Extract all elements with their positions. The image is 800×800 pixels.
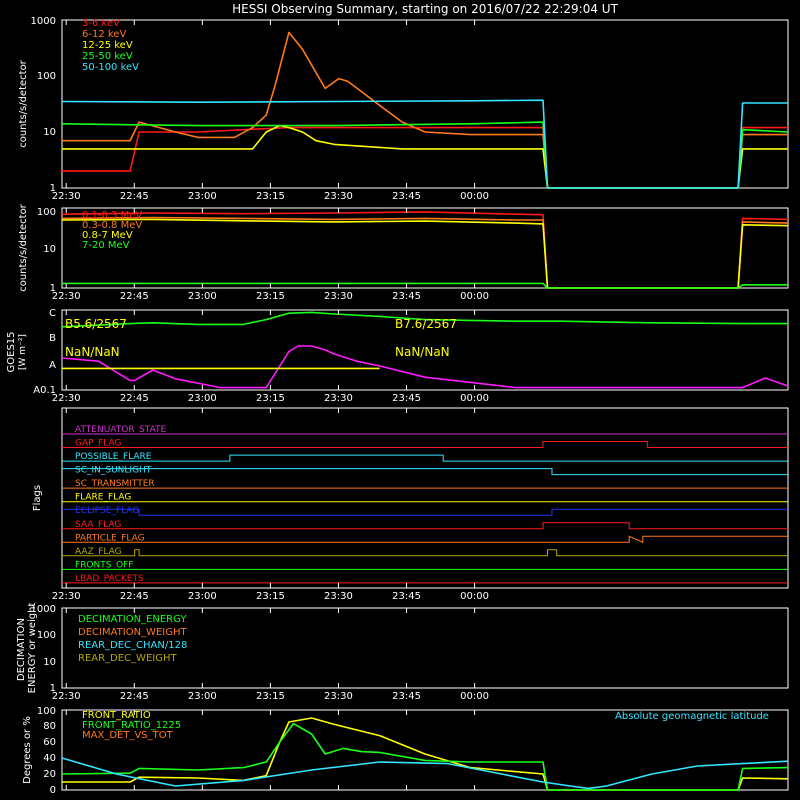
flag-label: FRONTS_OFF xyxy=(75,560,133,570)
legend-entry: DECIMATION_WEIGHT xyxy=(78,627,187,638)
x-tick-label: 22:45 xyxy=(120,691,149,702)
goes-annotation: NaN/NaN xyxy=(65,345,120,359)
x-tick-label: 23:45 xyxy=(392,291,421,302)
y-tick-label: 10 xyxy=(43,127,56,138)
y-tick-label: 100 xyxy=(37,71,56,82)
x-tick-label: 23:15 xyxy=(256,691,285,702)
x-tick-label: 22:45 xyxy=(120,591,149,602)
x-tick-label: 23:00 xyxy=(188,291,217,302)
flag-label: LBAD_PACKETS xyxy=(75,574,144,584)
legend-entry: 7-20 MeV xyxy=(82,240,130,251)
x-tick-label: 23:45 xyxy=(392,393,421,404)
y-axis-unit: [W m⁻²] xyxy=(18,334,28,370)
x-tick-label: 22:45 xyxy=(120,393,149,404)
x-tick-label: 22:30 xyxy=(52,691,81,702)
legend-entry: 12-25 keV xyxy=(82,40,133,51)
x-tick-label: 22:30 xyxy=(52,191,81,202)
x-tick-label: 23:15 xyxy=(256,591,285,602)
legend-entry: DECIMATION_ENERGY xyxy=(78,614,187,625)
x-tick-label: 23:30 xyxy=(324,291,353,302)
flag-label: AAZ_FLAG xyxy=(75,547,122,557)
y-axis-label: counts/s/detector xyxy=(18,59,29,147)
y-tick-label: 1000 xyxy=(31,16,56,27)
x-tick-label: 00:00 xyxy=(460,191,489,202)
y-axis-label: DECIMATION ENERGY or weight xyxy=(16,603,38,694)
y-tick-label: 10 xyxy=(43,244,56,255)
x-tick-label: 23:00 xyxy=(188,191,217,202)
y-tick-label: 60 xyxy=(43,737,56,748)
y-tick-label: 10 xyxy=(43,657,56,668)
y-tick-label: B xyxy=(49,333,56,344)
latitude-annotation: Absolute geomagnetic latitude xyxy=(615,711,769,722)
flag-label: GAP_FLAG xyxy=(75,439,121,449)
flag-label: SC_IN_SUNLIGHT xyxy=(75,466,152,476)
x-tick-label: 23:15 xyxy=(256,291,285,302)
x-tick-label: 00:00 xyxy=(460,393,489,404)
flag-label: FLARE_FLAG xyxy=(75,493,131,503)
y-tick-label: 20 xyxy=(43,769,56,780)
y-axis-label: Flags xyxy=(32,485,43,511)
x-tick-label: 23:45 xyxy=(392,191,421,202)
y-tick-label: 80 xyxy=(43,721,56,732)
x-tick-label: 23:30 xyxy=(324,691,353,702)
x-tick-label: 23:15 xyxy=(256,191,285,202)
goes-annotation: B5.6/2567 xyxy=(65,317,127,331)
x-tick-label: 22:30 xyxy=(52,591,81,602)
figure-title: HESSI Observing Summary, starting on 201… xyxy=(232,2,618,16)
legend-entry: 3-6 keV xyxy=(82,18,120,29)
goes-annotation: NaN/NaN xyxy=(395,345,450,359)
x-tick-label: 23:00 xyxy=(188,393,217,404)
flag-label: ATTENUATOR_STATE xyxy=(75,425,167,435)
x-tick-label: 22:45 xyxy=(120,191,149,202)
x-tick-label: 23:30 xyxy=(324,191,353,202)
flag-label: ECLIPSE_FLAG xyxy=(75,506,139,516)
x-tick-label: 23:15 xyxy=(256,393,285,404)
y-axis-label: Degrees or % xyxy=(22,716,33,784)
x-tick-label: 22:30 xyxy=(52,291,81,302)
legend-entry: REAR_DEC_WEIGHT xyxy=(78,653,177,664)
flag-label: POSSIBLE_FLARE xyxy=(75,452,152,462)
observing-summary-figure: HESSI Observing Summary, starting on 201… xyxy=(0,0,800,800)
x-tick-label: 22:30 xyxy=(52,393,81,404)
legend-entry: 25-50 keV xyxy=(82,51,133,62)
flag-label: SC_TRANSMITTER xyxy=(75,479,155,489)
y-axis-label-line: ENERGY or weight xyxy=(27,603,38,694)
y-tick-label: 1000 xyxy=(31,604,56,615)
y-axis-label-line: DECIMATION xyxy=(16,618,27,681)
y-tick-label: 40 xyxy=(43,753,56,764)
y-tick-label: 0 xyxy=(50,785,56,796)
x-tick-label: 23:00 xyxy=(188,591,217,602)
legend-entry: 6-12 keV xyxy=(82,29,126,40)
x-tick-label: 23:00 xyxy=(188,691,217,702)
x-tick-label: 00:00 xyxy=(460,591,489,602)
flag-label: PARTICLE_FLAG xyxy=(75,533,145,543)
goes-annotation: B7.6/2567 xyxy=(395,317,457,331)
x-tick-label: 23:30 xyxy=(324,591,353,602)
x-tick-label: 00:00 xyxy=(460,691,489,702)
y-axis-label: counts/s/detector xyxy=(18,203,29,291)
legend-entry: MAX_DET_VS_TOT xyxy=(82,730,174,741)
legend-entry: 50-100 keV xyxy=(82,62,139,73)
legend-entry: REAR_DEC_CHAN/128 xyxy=(78,640,187,651)
y-tick-label: 100 xyxy=(37,630,56,641)
x-tick-label: 23:45 xyxy=(392,591,421,602)
flag-label: SAA_FLAG xyxy=(75,520,121,530)
x-tick-label: 23:45 xyxy=(392,691,421,702)
y-axis-label: GOES15 xyxy=(6,331,17,372)
y-tick-label: A xyxy=(49,360,56,371)
x-tick-label: 00:00 xyxy=(460,291,489,302)
x-tick-label: 23:30 xyxy=(324,393,353,404)
x-tick-label: 22:45 xyxy=(120,291,149,302)
y-tick-label: 100 xyxy=(37,207,56,218)
y-tick-label: 100 xyxy=(37,706,56,717)
y-tick-label: C xyxy=(49,308,56,319)
